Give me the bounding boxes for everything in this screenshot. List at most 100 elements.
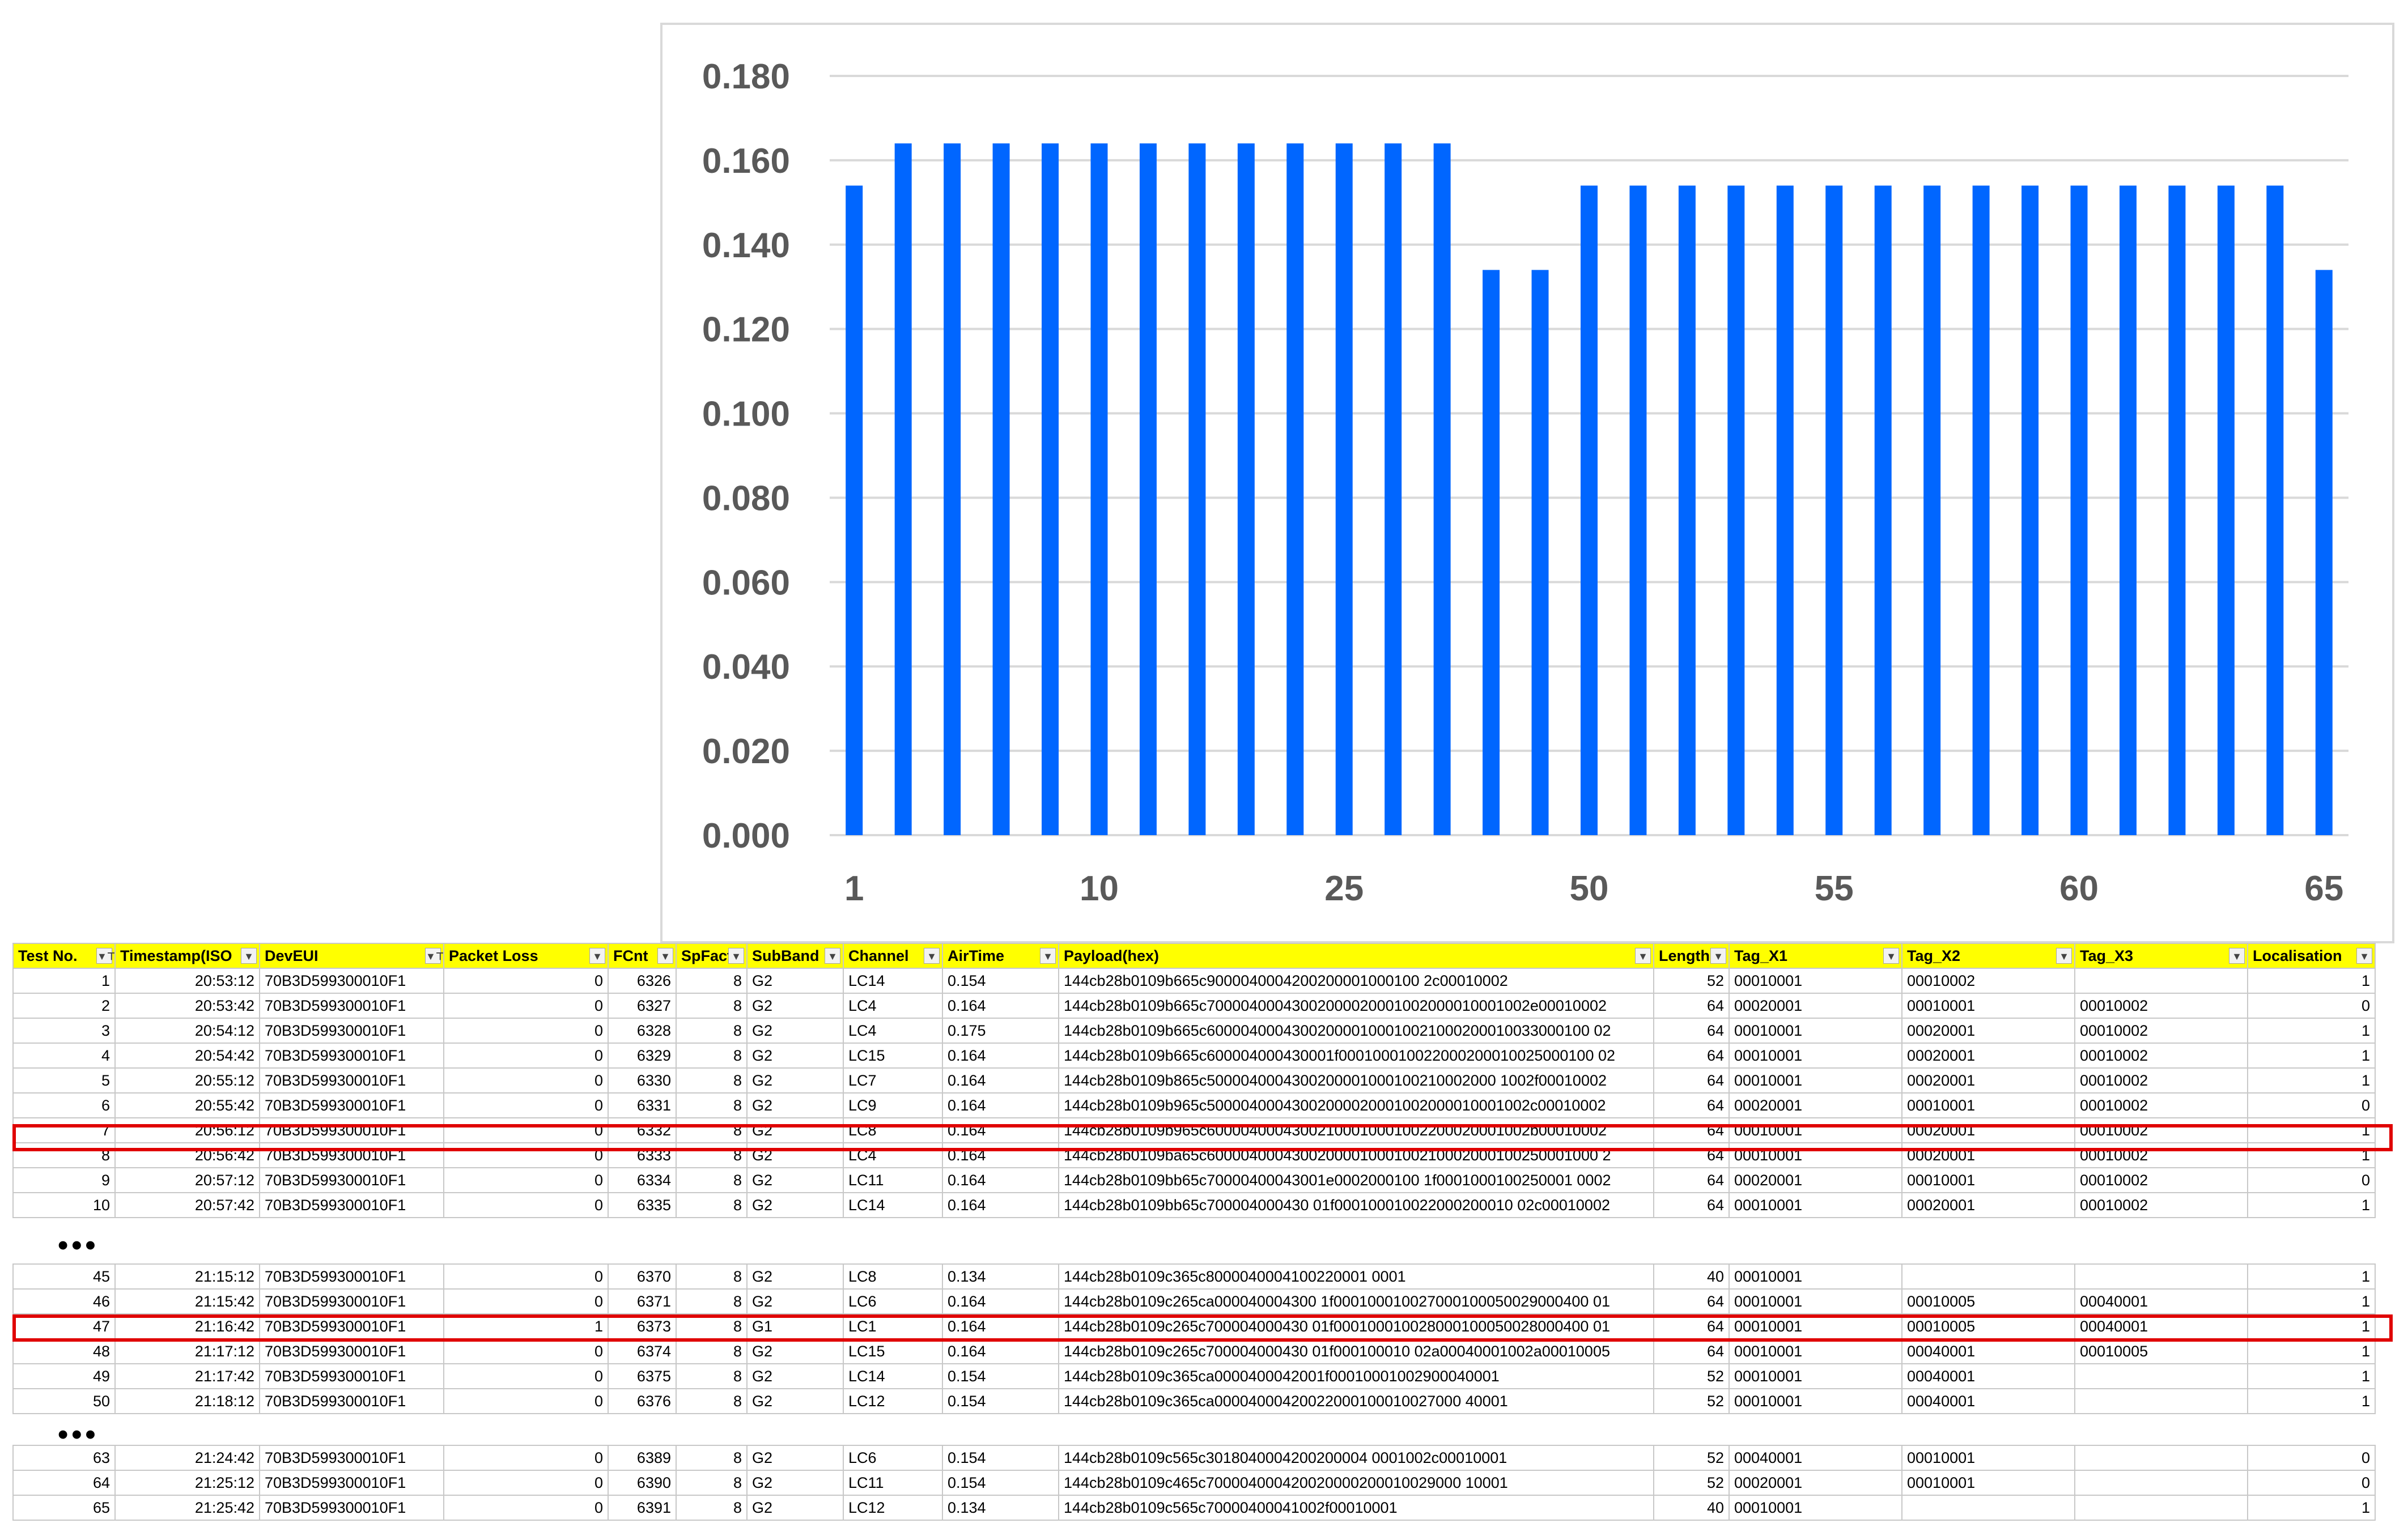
table-cell[interactable]: 0.164 — [942, 1192, 1059, 1218]
table-cell[interactable]: 70B3D599300010F1 — [259, 1263, 444, 1290]
table-cell[interactable]: 0 — [443, 1263, 609, 1290]
table-cell[interactable]: 52 — [1653, 1388, 1730, 1414]
table-cell[interactable]: G2 — [746, 1470, 844, 1496]
table-cell[interactable]: 0.154 — [942, 1470, 1059, 1496]
table-cell[interactable]: 00010002 — [2074, 993, 2248, 1019]
table-cell[interactable]: 52 — [1653, 1445, 1730, 1471]
table-cell[interactable]: 00010002 — [2074, 1067, 2248, 1094]
table-cell[interactable]: LC14 — [843, 1363, 943, 1389]
table-cell[interactable]: LC9 — [843, 1092, 943, 1118]
table-cell[interactable]: 00010001 — [1901, 1167, 2075, 1193]
filter-dropdown-icon[interactable]: ▼ — [657, 948, 673, 964]
filter-dropdown-icon[interactable]: ▼ — [1040, 948, 1056, 964]
table-cell[interactable]: 00010005 — [1901, 1288, 2075, 1314]
table-cell[interactable]: 00010001 — [1729, 1043, 1902, 1069]
table-cell[interactable]: 8 — [676, 1142, 748, 1168]
table-cell[interactable]: 6328 — [608, 1018, 677, 1044]
table-cell[interactable]: 00040001 — [1901, 1363, 2075, 1389]
table-cell[interactable]: 1 — [2247, 968, 2376, 994]
table-cell[interactable]: 144cb28b0109c365ca0000400042001f00010001… — [1058, 1363, 1654, 1389]
table-cell[interactable]: 00020001 — [1729, 1167, 1902, 1193]
table-cell[interactable]: G2 — [746, 1288, 844, 1314]
table-cell[interactable]: 6390 — [608, 1470, 677, 1496]
table-cell[interactable]: 00010001 — [1901, 1445, 2075, 1471]
table-cell[interactable]: 00010001 — [1901, 1470, 2075, 1496]
filter-dropdown-icon[interactable]: ▼ — [589, 948, 605, 964]
table-cell[interactable]: 70B3D599300010F1 — [259, 1388, 444, 1414]
table-cell[interactable]: 64 — [1653, 1338, 1730, 1364]
table-cell[interactable]: 00040001 — [1901, 1338, 2075, 1364]
table-cell[interactable]: 6330 — [608, 1067, 677, 1094]
table-cell[interactable]: LC1 — [843, 1313, 943, 1339]
table-cell[interactable]: 6374 — [608, 1338, 677, 1364]
table-cell[interactable]: 144cb28b0109b965c60000400043002100010001… — [1058, 1117, 1654, 1143]
table-cell[interactable] — [2074, 1263, 2248, 1290]
table-cell[interactable]: 1 — [2247, 1192, 2376, 1218]
table-cell[interactable]: 8 — [676, 1167, 748, 1193]
table-cell[interactable]: G2 — [746, 1018, 844, 1044]
table-cell[interactable]: 6333 — [608, 1142, 677, 1168]
table-cell[interactable]: 0.175 — [942, 1018, 1059, 1044]
table-cell[interactable]: 49 — [12, 1363, 116, 1389]
table-cell[interactable]: 63 — [12, 1445, 116, 1471]
table-cell[interactable]: 00010002 — [2074, 1043, 2248, 1069]
table-cell[interactable]: 21:25:12 — [114, 1470, 260, 1496]
column-header[interactable]: Tag_X2 ▼ — [1901, 943, 2075, 969]
table-cell[interactable]: 8 — [676, 1445, 748, 1471]
table-cell[interactable]: 20:53:42 — [114, 993, 260, 1019]
table-cell[interactable]: 70B3D599300010F1 — [259, 1018, 444, 1044]
table-cell[interactable]: 0 — [443, 1092, 609, 1118]
table-cell[interactable]: 48 — [12, 1338, 116, 1364]
column-header[interactable]: Packet Loss ▼ — [443, 943, 609, 969]
table-cell[interactable]: 6326 — [608, 968, 677, 994]
table-cell[interactable]: 8 — [676, 993, 748, 1019]
table-cell[interactable]: G2 — [746, 1043, 844, 1069]
table-cell[interactable]: 8 — [676, 1338, 748, 1364]
table-cell[interactable] — [2074, 1388, 2248, 1414]
table-cell[interactable]: 52 — [1653, 1363, 1730, 1389]
table-cell[interactable] — [2074, 1495, 2248, 1521]
table-cell[interactable]: 00010001 — [1729, 1288, 1902, 1314]
table-cell[interactable]: 64 — [1653, 1313, 1730, 1339]
table-cell[interactable]: 0 — [443, 1142, 609, 1168]
table-cell[interactable]: 8 — [676, 1067, 748, 1094]
table-cell[interactable]: 0.154 — [942, 1388, 1059, 1414]
table-cell[interactable]: LC12 — [843, 1495, 943, 1521]
table-cell[interactable]: 1 — [2247, 1263, 2376, 1290]
table-cell[interactable]: 21:18:12 — [114, 1388, 260, 1414]
table-cell[interactable]: 1 — [2247, 1288, 2376, 1314]
table-cell[interactable]: LC4 — [843, 1142, 943, 1168]
table-cell[interactable]: 6375 — [608, 1363, 677, 1389]
table-cell[interactable]: 70B3D599300010F1 — [259, 1142, 444, 1168]
table-cell[interactable]: 00020001 — [1901, 1142, 2075, 1168]
column-header[interactable]: Test No. ▼⊤ — [12, 943, 116, 969]
table-cell[interactable]: 0 — [443, 1338, 609, 1364]
table-cell[interactable]: 00010002 — [2074, 1142, 2248, 1168]
table-cell[interactable]: 00040001 — [2074, 1313, 2248, 1339]
table-cell[interactable]: 1 — [2247, 1142, 2376, 1168]
table-cell[interactable]: 20:54:12 — [114, 1018, 260, 1044]
column-header[interactable]: FCnt ▼ — [608, 943, 677, 969]
table-cell[interactable]: 1 — [12, 968, 116, 994]
table-cell[interactable]: 40 — [1653, 1495, 1730, 1521]
table-cell[interactable]: 6334 — [608, 1167, 677, 1193]
table-cell[interactable]: 0 — [443, 1495, 609, 1521]
table-cell[interactable]: LC11 — [843, 1470, 943, 1496]
table-cell[interactable]: 64 — [1653, 1117, 1730, 1143]
table-cell[interactable]: 1 — [2247, 1067, 2376, 1094]
table-cell[interactable]: 00010001 — [1729, 1263, 1902, 1290]
table-cell[interactable]: 7 — [12, 1117, 116, 1143]
table-cell[interactable]: 64 — [1653, 1018, 1730, 1044]
table-cell[interactable]: 0 — [443, 1192, 609, 1218]
table-cell[interactable]: 00020001 — [1901, 1117, 2075, 1143]
table-cell[interactable]: 6373 — [608, 1313, 677, 1339]
table-cell[interactable]: 20:56:42 — [114, 1142, 260, 1168]
table-cell[interactable]: 0 — [443, 1043, 609, 1069]
table-cell[interactable]: 52 — [1653, 1470, 1730, 1496]
table-cell[interactable]: 64 — [1653, 1043, 1730, 1069]
table-cell[interactable]: 144cb28b0109b665c90000400042002000010001… — [1058, 968, 1654, 994]
table-cell[interactable]: 10 — [12, 1192, 116, 1218]
table-cell[interactable]: 70B3D599300010F1 — [259, 1192, 444, 1218]
table-cell[interactable]: 00010005 — [1901, 1313, 2075, 1339]
table-cell[interactable]: 144cb28b0109c265c700004000430 01f0001000… — [1058, 1313, 1654, 1339]
